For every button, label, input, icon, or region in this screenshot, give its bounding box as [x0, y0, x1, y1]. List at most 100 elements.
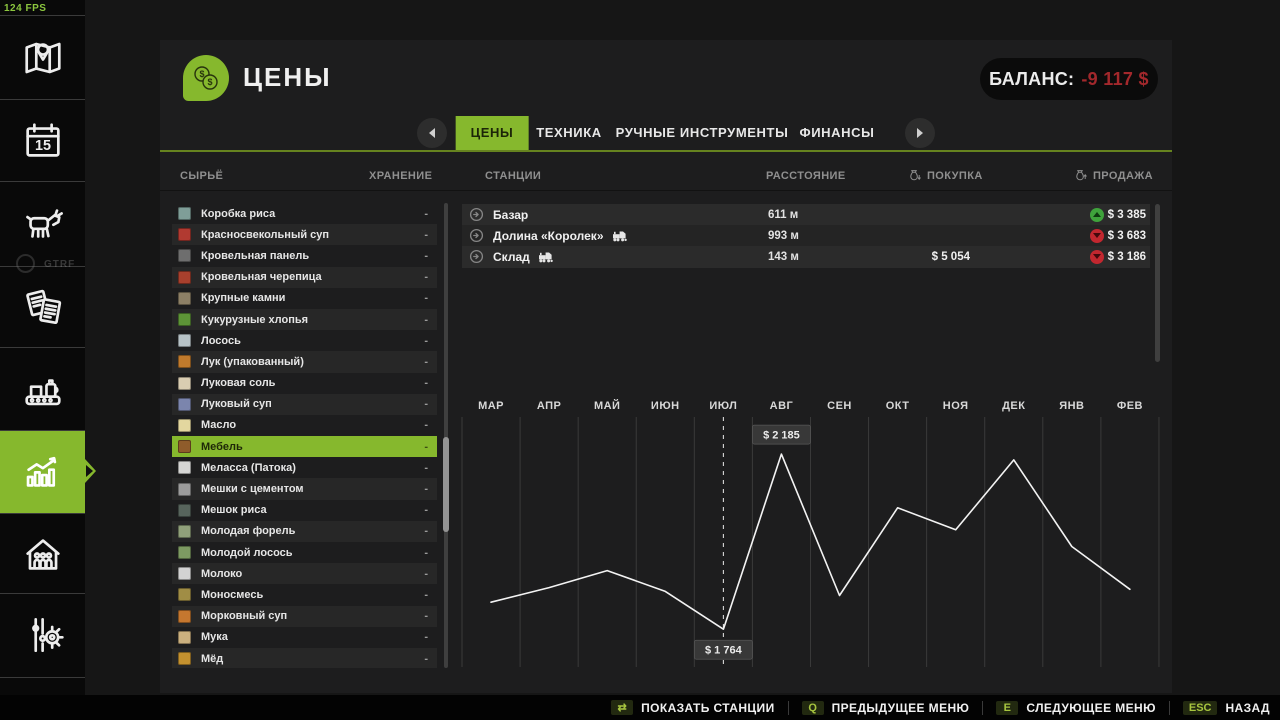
item-label: Луковая соль — [201, 377, 275, 389]
sidebar-item-map[interactable] — [0, 16, 85, 99]
commodity-row[interactable]: Кровельная черепица- — [172, 267, 437, 288]
commodity-row[interactable]: Молодая форель- — [172, 521, 437, 542]
commodity-scrollbar-thumb[interactable] — [443, 437, 449, 532]
commodity-row[interactable]: Луковый суп- — [172, 394, 437, 415]
item-storage-value: - — [424, 653, 428, 665]
sidebar-item-calendar[interactable]: 15 — [0, 100, 85, 181]
commodity-scrollbar-track[interactable] — [444, 203, 448, 668]
commodity-row[interactable]: Мебель - — [172, 436, 437, 457]
chevron-right-icon — [917, 128, 923, 138]
tab-vehicles[interactable]: ТЕХНИКА — [536, 116, 602, 150]
sidebar-item-buildings[interactable] — [0, 514, 85, 593]
statistics-icon — [20, 449, 66, 495]
item-icon — [178, 249, 191, 262]
hotkey-hint[interactable]: ⇄ПОКАЗАТЬ СТАНЦИИ — [611, 700, 775, 715]
item-icon — [178, 588, 191, 601]
item-storage-value: - — [424, 377, 428, 389]
balance-value: -9 117 $ — [1081, 69, 1148, 90]
hotkey-hint[interactable]: QПРЕДЫДУЩЕЕ МЕНЮ — [802, 701, 970, 715]
commodity-row[interactable]: Красносвекольный суп- — [172, 224, 437, 245]
commodity-row[interactable]: Морковный суп- — [172, 606, 437, 627]
station-goto-icon — [469, 228, 484, 243]
sidebar-item-prices-statistics[interactable] — [0, 431, 85, 513]
commodity-row[interactable]: Крупные камни- — [172, 288, 437, 309]
train-icon — [612, 230, 629, 242]
item-icon — [178, 610, 191, 623]
item-storage-value: - — [424, 441, 428, 453]
item-label: Лосось — [201, 335, 241, 347]
col-header-sale: ПРОДАЖА — [1093, 170, 1153, 182]
commodity-row[interactable]: Мука- — [172, 627, 437, 648]
station-sale-price: $ 3 683 — [1076, 230, 1146, 242]
commodity-row[interactable]: Кровельная панель - — [172, 245, 437, 266]
commodity-row[interactable]: Мешок риса- — [172, 500, 437, 521]
commodity-row[interactable]: Масло- — [172, 415, 437, 436]
map-icon — [20, 35, 66, 81]
item-icon — [178, 355, 191, 368]
month-label: МАР — [478, 400, 504, 412]
item-label: Моносмесь — [201, 589, 263, 601]
hint-label: СЛЕДУЮЩЕЕ МЕНЮ — [1026, 701, 1156, 715]
divider — [1169, 701, 1170, 715]
item-label: Кровельная черепица — [201, 271, 322, 283]
coins-icon: $ $ — [191, 63, 221, 93]
tab-prices[interactable]: ЦЕНЫ — [456, 116, 529, 150]
hotkey-hint[interactable]: E СЛЕДУЮЩЕЕ МЕНЮ — [996, 701, 1156, 715]
commodity-row[interactable]: Кукурузные хлопья- — [172, 309, 437, 330]
prices-screen: 15 — [0, 0, 1280, 720]
station-row[interactable]: Склад143 м$ 5 054$ 3 186 — [462, 246, 1150, 267]
month-label: АВГ — [770, 400, 794, 412]
item-storage-value: - — [424, 589, 428, 601]
item-icon — [178, 461, 191, 474]
commodity-row[interactable]: Коробка риса- — [172, 203, 437, 224]
item-icon — [178, 377, 191, 390]
item-label: Лук (упакованный) — [201, 356, 304, 368]
svg-text:$ 1 764: $ 1 764 — [705, 645, 743, 657]
item-icon — [178, 313, 191, 326]
month-label: СЕН — [827, 400, 852, 412]
item-label: Меласса (Патока) — [201, 462, 296, 474]
balance-label: БАЛАНС: — [989, 69, 1074, 90]
key-badge: E — [996, 701, 1018, 715]
item-label: Мёд — [201, 653, 223, 665]
item-label: Мебель — [201, 441, 243, 453]
contracts-icon — [20, 284, 66, 330]
item-label: Луковый суп — [201, 398, 272, 410]
item-icon — [178, 504, 191, 517]
station-row[interactable]: Базар611 м$ 3 385 — [462, 204, 1150, 225]
item-label: Кровельная панель — [201, 250, 309, 262]
commodity-row[interactable]: Лук (упакованный)- — [172, 351, 437, 372]
tab-hand-tools[interactable]: РУЧНЫЕ ИНСТРУМЕНТЫ — [616, 116, 789, 150]
tab-finances[interactable]: ФИНАНСЫ — [800, 116, 875, 150]
stations-scrollbar[interactable] — [1155, 204, 1160, 362]
price-history-chart: МАРАПРМАЙИЮНИЮЛАВГСЕНОКТНОЯДЕКЯНВФЕВ$ 2 … — [455, 393, 1167, 673]
hotkey-hint[interactable]: ESCНАЗАД — [1183, 701, 1270, 715]
commodity-row[interactable]: Лосось- — [172, 330, 437, 351]
station-goto-icon — [469, 207, 484, 222]
sidebar-item-production[interactable] — [0, 348, 85, 430]
commodity-row[interactable]: Мешки с цементом- — [172, 478, 437, 499]
tab-underline — [160, 150, 1172, 152]
station-row[interactable]: Долина «Королек»993 м$ 3 683 — [462, 225, 1150, 246]
station-sale-price: $ 3 186 — [1076, 251, 1146, 263]
hotkey-bar: ⇄ПОКАЗАТЬ СТАНЦИИ QПРЕДЫДУЩЕЕ МЕНЮ E СЛЕДУЮ… — [0, 695, 1280, 720]
sidebar-item-contracts[interactable] — [0, 267, 85, 347]
commodity-row[interactable]: Молоко- — [172, 563, 437, 584]
sidebar-item-settings[interactable] — [0, 594, 85, 676]
commodity-row[interactable]: Меласса (Патока)- — [172, 457, 437, 478]
col-header-stations: СТАНЦИИ — [485, 170, 541, 182]
barn-icon — [20, 531, 66, 577]
tabs-next-button[interactable] — [905, 118, 935, 148]
item-storage-value: - — [424, 525, 428, 537]
commodity-row[interactable]: Луковая соль - — [172, 373, 437, 394]
watermark-text: GTRF — [44, 259, 75, 270]
commodity-row[interactable]: Молодой лосось- — [172, 542, 437, 563]
sidebar-item-animals[interactable] — [0, 182, 85, 266]
commodity-row[interactable]: Моносмесь - — [172, 584, 437, 605]
key-badge: ESC — [1183, 701, 1218, 715]
settings-icon — [20, 612, 66, 658]
commodity-row[interactable]: Мёд - — [172, 648, 437, 668]
item-storage-value: - — [424, 250, 428, 262]
tabs-prev-button[interactable] — [417, 118, 447, 148]
item-icon — [178, 631, 191, 644]
